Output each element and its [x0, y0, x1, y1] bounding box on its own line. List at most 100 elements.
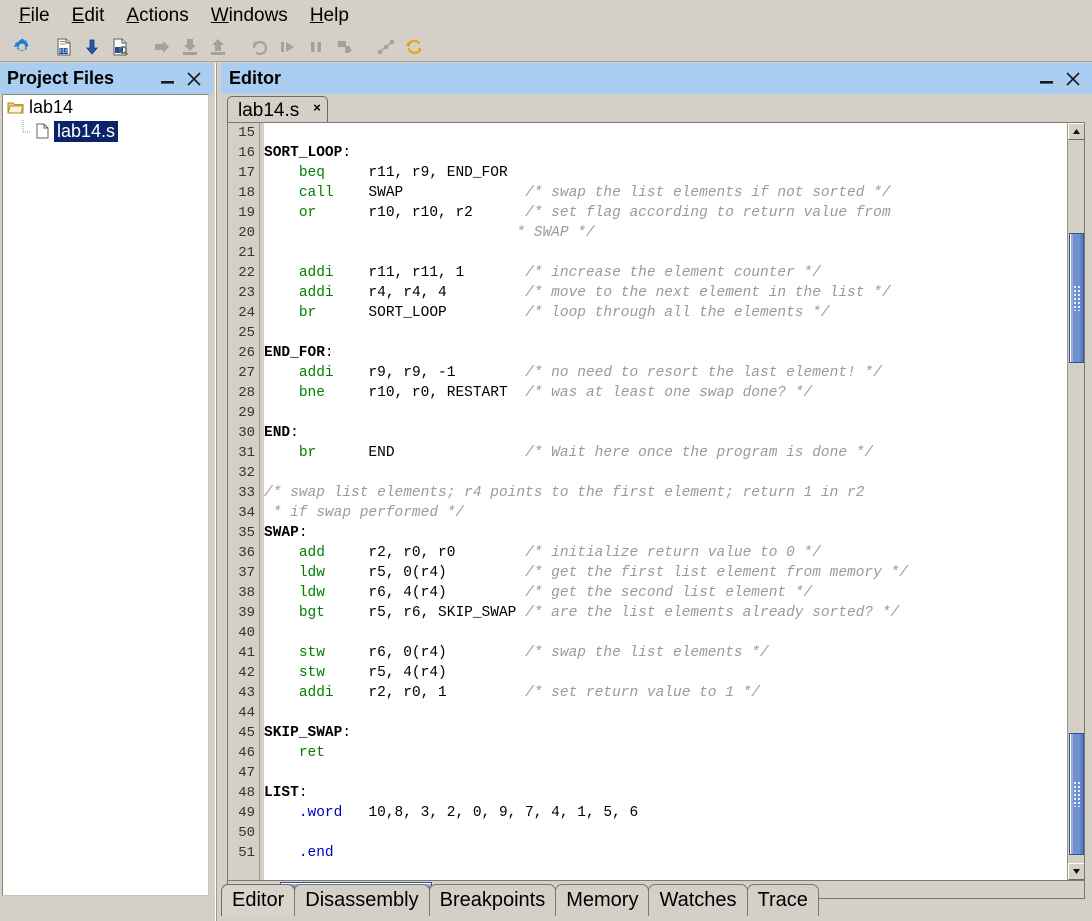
tree-item-lab14[interactable]: lab14 — [3, 95, 208, 119]
continue-run-icon[interactable] — [276, 35, 300, 59]
menu-windows[interactable]: Windows — [200, 3, 299, 29]
tab-disassembly[interactable]: Disassembly — [294, 884, 430, 916]
code-line[interactable]: ldw r5, 0(r4) /* get the first list elem… — [264, 563, 1067, 583]
code-line[interactable] — [264, 403, 1067, 423]
line-number: 46 — [238, 745, 255, 761]
tab-breakpoints[interactable]: Breakpoints — [428, 884, 557, 916]
menu-actions[interactable]: Actions — [115, 3, 199, 29]
download-arrow-icon[interactable] — [80, 35, 104, 59]
tab-watches[interactable]: Watches — [648, 884, 748, 916]
menu-help[interactable]: Help — [299, 3, 360, 29]
code-line[interactable]: br SORT_LOOP /* loop through all the ele… — [264, 303, 1067, 323]
code-line[interactable]: END: — [264, 423, 1067, 443]
step-into-icon[interactable] — [178, 35, 202, 59]
editor-panel-minimize-icon[interactable] — [1034, 66, 1060, 92]
file-tab-label: lab14.s — [238, 99, 300, 121]
menu-file[interactable]: File — [8, 3, 61, 29]
code-line[interactable] — [264, 623, 1067, 643]
project-panel-close-icon[interactable] — [181, 66, 207, 92]
vertical-scroll-thumb-secondary[interactable] — [1069, 733, 1084, 855]
code-line[interactable]: .word 10,8, 3, 2, 0, 9, 7, 4, 1, 5, 6 — [264, 803, 1067, 823]
code-line[interactable]: .end — [264, 843, 1067, 863]
code-token-cmt: /* swap the list elements if not sorted … — [525, 185, 891, 201]
code-line[interactable]: SWAP: — [264, 523, 1067, 543]
code-line[interactable]: * if swap performed */ — [264, 503, 1067, 523]
file-tab-close-icon[interactable]: × — [313, 100, 321, 115]
restart-icon[interactable] — [248, 35, 272, 59]
line-number: 35 — [238, 525, 255, 541]
stop-icon[interactable] — [332, 35, 356, 59]
code-line[interactable] — [264, 703, 1067, 723]
code-line[interactable]: call SWAP /* swap the list elements if n… — [264, 183, 1067, 203]
code-token-mnem: addi — [298, 365, 334, 381]
code-line[interactable]: bne r10, r0, RESTART /* was at least one… — [264, 383, 1067, 403]
code-line[interactable]: ret — [264, 743, 1067, 763]
code-line[interactable]: addi r11, r11, 1 /* increase the element… — [264, 263, 1067, 283]
pause-icon[interactable] — [304, 35, 328, 59]
code-line[interactable]: * SWAP */ — [264, 223, 1067, 243]
code-line[interactable]: /* swap list elements; r4 points to the … — [264, 483, 1067, 503]
menu-file-rest: ile — [30, 5, 50, 26]
project-files-tree[interactable]: lab14 lab14.s — [2, 94, 209, 896]
file-tab-lab14s[interactable]: lab14.s × — [227, 96, 328, 124]
code-line[interactable]: addi r4, r4, 4 /* move to the next eleme… — [264, 283, 1067, 303]
code-line[interactable] — [264, 323, 1067, 343]
code-line[interactable]: addi r2, r0, 1 /* set return value to 1 … — [264, 683, 1067, 703]
code-line[interactable]: END_FOR: — [264, 343, 1067, 363]
branch-icon[interactable] — [374, 35, 398, 59]
line-number: 22 — [238, 265, 255, 281]
code-line[interactable]: stw r6, 0(r4) /* swap the list elements … — [264, 643, 1067, 663]
code-line[interactable]: beq r11, r9, END_FOR — [264, 163, 1067, 183]
code-line[interactable] — [264, 823, 1067, 843]
reload-refresh-icon[interactable] — [402, 35, 426, 59]
editor-vertical-scrollbar[interactable] — [1067, 123, 1084, 880]
code-token-plain: r5, r6, SKIP_SWAP — [324, 605, 526, 621]
tree-item-lab14s-label: lab14.s — [54, 120, 119, 142]
code-token-mnem: addi — [298, 265, 334, 281]
line-number: 42 — [238, 665, 255, 681]
step-forward-icon[interactable] — [150, 35, 174, 59]
code-token-mnem: or — [298, 205, 317, 221]
vertical-scroll-thumb[interactable] — [1069, 233, 1084, 363]
tab-editor[interactable]: Editor — [221, 884, 296, 916]
code-line[interactable]: ldw r6, 4(r4) /* get the second list ele… — [264, 583, 1067, 603]
menu-edit[interactable]: Edit — [61, 3, 116, 29]
scroll-down-arrow-icon[interactable] — [1068, 863, 1084, 880]
editor-panel-close-icon[interactable] — [1060, 66, 1086, 92]
code-line[interactable]: SKIP_SWAP: — [264, 723, 1067, 743]
code-line[interactable]: bgt r5, r6, SKIP_SWAP /* are the list el… — [264, 603, 1067, 623]
assemble-document-icon[interactable]: 010 — [52, 35, 76, 59]
settings-gear-icon[interactable] — [10, 35, 34, 59]
application-window: File Edit Actions Windows Help 010 Proje… — [0, 0, 1092, 921]
tab-memory-label: Memory — [566, 889, 639, 911]
code-token-plain: : — [290, 425, 299, 441]
menu-edit-rest: dit — [84, 5, 105, 26]
tree-item-lab14s[interactable]: lab14.s — [3, 119, 208, 143]
code-text-area[interactable]: SORT_LOOP: beq r11, r9, END_FOR call SWA… — [264, 123, 1067, 880]
scroll-up-arrow-icon[interactable] — [1068, 123, 1084, 140]
code-line[interactable]: addi r9, r9, -1 /* no need to resort the… — [264, 363, 1067, 383]
code-line[interactable] — [264, 123, 1067, 143]
code-line[interactable]: or r10, r10, r2 /* set flag according to… — [264, 203, 1067, 223]
project-panel-minimize-icon[interactable] — [155, 66, 181, 92]
line-number: 18 — [238, 185, 255, 201]
tab-memory[interactable]: Memory — [555, 884, 650, 916]
code-editor[interactable]: 15 16 17 18 19 20 21 22 23 24 25 26 27 28 29 30 31 32 33 34… — [227, 122, 1085, 881]
code-line[interactable]: SORT_LOOP: — [264, 143, 1067, 163]
tab-trace[interactable]: Trace — [746, 884, 819, 916]
inspect-document-icon[interactable] — [108, 35, 132, 59]
code-line[interactable]: add r2, r0, r0 /* initialize return valu… — [264, 543, 1067, 563]
code-line[interactable]: br END /* Wait here once the program is … — [264, 443, 1067, 463]
code-token-plain: r2, r0, 1 — [333, 685, 526, 701]
step-out-icon[interactable] — [206, 35, 230, 59]
code-line[interactable]: stw r5, 4(r4) — [264, 663, 1067, 683]
code-line[interactable] — [264, 763, 1067, 783]
folder-open-icon — [7, 100, 24, 115]
code-line[interactable]: LIST: — [264, 783, 1067, 803]
panel-splitter[interactable] — [213, 63, 221, 921]
code-line[interactable] — [264, 243, 1067, 263]
code-line[interactable] — [264, 463, 1067, 483]
tab-watches-label: Watches — [659, 889, 737, 911]
